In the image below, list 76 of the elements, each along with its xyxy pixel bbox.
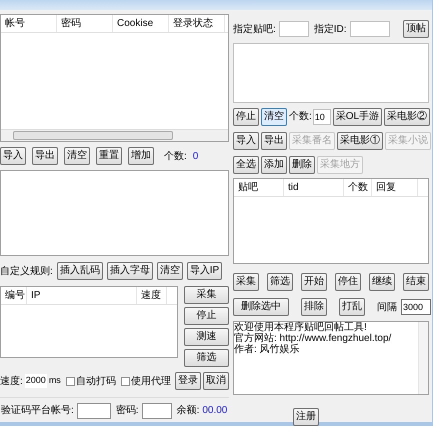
count-label: 个数:: [164, 150, 187, 164]
button[interactable]: 筛选: [267, 273, 293, 291]
button[interactable]: 重置: [96, 147, 122, 165]
unit-label: ms: [48, 374, 61, 388]
button[interactable]: 清空: [156, 262, 183, 280]
password-field[interactable]: [142, 402, 172, 418]
button[interactable]: 清空: [261, 108, 287, 126]
button[interactable]: 继续: [369, 273, 395, 291]
forum-field[interactable]: [278, 21, 309, 37]
log-line: 欢迎使用本程序贴吧回帖工具!: [234, 322, 368, 333]
button[interactable]: 添加: [261, 156, 287, 174]
button[interactable]: 停止: [184, 307, 229, 325]
button[interactable]: 登录: [175, 372, 201, 390]
button[interactable]: 增加: [128, 147, 154, 165]
button[interactable]: 导出: [32, 147, 58, 165]
column-header[interactable]: 登录状态: [169, 15, 225, 32]
speed-label: 速度:: [0, 374, 23, 388]
log-line: 官方网站: http://www.fengzhuel.top/: [234, 333, 392, 344]
button[interactable]: 插入乱码: [56, 262, 103, 280]
account-label: 验证码平台帐号:: [1, 404, 74, 418]
password-label: 密码:: [116, 404, 139, 418]
interval-label: 间隔: [377, 300, 397, 314]
button[interactable]: 采电影②: [384, 108, 430, 126]
rule-label: 自定义规则:: [0, 264, 53, 278]
count-value: 0: [192, 150, 198, 164]
button[interactable]: 导出: [261, 132, 287, 150]
interval-field[interactable]: 3000: [401, 299, 431, 315]
button[interactable]: 开始: [301, 273, 327, 291]
button[interactable]: 停住: [335, 273, 361, 291]
button[interactable]: 注册: [293, 408, 319, 426]
text-area[interactable]: [0, 170, 229, 256]
count-label: 个数:: [289, 110, 312, 124]
column-header[interactable]: 贴吧: [234, 179, 284, 196]
count-field[interactable]: 10: [312, 108, 331, 124]
button[interactable]: 采集: [233, 273, 259, 291]
button[interactable]: 停止: [233, 108, 259, 126]
button[interactable]: 清空: [64, 147, 90, 165]
button[interactable]: 采集: [184, 286, 229, 304]
button[interactable]: 采电影①: [337, 132, 383, 150]
forum-label: 指定贴吧:: [233, 22, 276, 36]
id-label: 指定ID:: [314, 22, 347, 36]
column-header[interactable]: 密码: [57, 15, 113, 32]
balance-value: 00.00: [202, 404, 228, 418]
checkbox[interactable]: [66, 376, 75, 386]
checkbox-label: 自动打码: [76, 374, 116, 388]
log-line: 作者: 风竹娱乐: [234, 344, 301, 355]
button[interactable]: 取消: [203, 372, 229, 390]
button[interactable]: 结束: [403, 273, 429, 291]
button[interactable]: 全选: [233, 156, 259, 174]
button[interactable]: 导入IP: [186, 262, 222, 280]
column-header[interactable]: IP: [27, 287, 137, 304]
button[interactable]: 采OL手游: [332, 108, 382, 126]
button[interactable]: 顶帖: [403, 20, 429, 38]
balance-label: 余额:: [176, 404, 200, 418]
account-field[interactable]: [76, 402, 111, 418]
column-header[interactable]: 回复: [372, 179, 418, 196]
button[interactable]: 导入: [0, 147, 26, 165]
button[interactable]: 打乱: [339, 298, 365, 316]
checkbox[interactable]: [120, 376, 130, 386]
button[interactable]: 筛选: [184, 349, 229, 367]
speed-field[interactable]: 2000: [24, 374, 47, 388]
button[interactable]: 导入: [233, 132, 259, 150]
button[interactable]: 测速: [184, 328, 229, 346]
column-header[interactable]: tid: [284, 179, 344, 196]
text-area[interactable]: [233, 43, 429, 103]
button[interactable]: 排除: [301, 298, 327, 316]
id-field[interactable]: [350, 21, 390, 37]
column-header[interactable]: Cookise: [113, 15, 169, 32]
column-header[interactable]: 速度: [137, 287, 167, 304]
column-header[interactable]: 编号: [1, 287, 27, 304]
button[interactable]: 删除选中: [233, 298, 289, 316]
column-header[interactable]: 帐号: [1, 15, 57, 32]
button[interactable]: 删除: [289, 156, 315, 174]
column-header[interactable]: 个数: [344, 179, 372, 196]
button[interactable]: 插入字母: [106, 262, 153, 280]
checkbox-label: 使用代理: [130, 374, 171, 388]
